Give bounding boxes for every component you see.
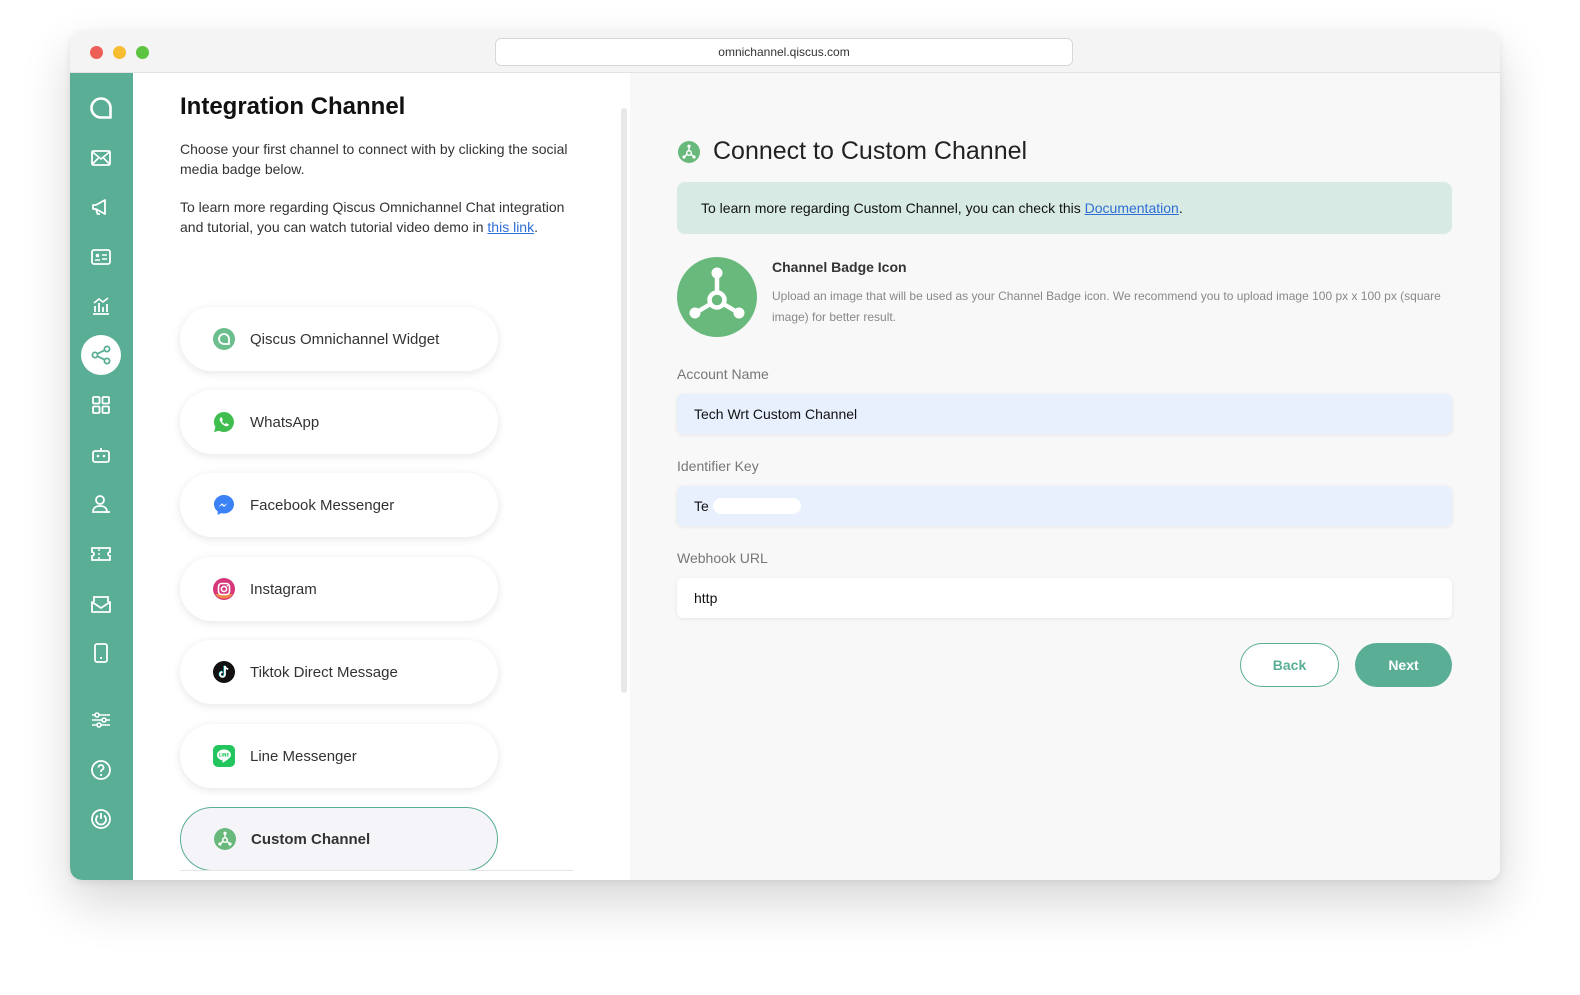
channel-instagram[interactable]: Instagram xyxy=(180,557,498,621)
channel-line[interactable]: LINE Line Messenger xyxy=(180,724,498,788)
instagram-icon xyxy=(212,577,236,601)
channel-qiscus-widget[interactable]: Qiscus Omnichannel Widget xyxy=(180,307,498,371)
agent-icon[interactable] xyxy=(81,484,121,524)
messenger-icon xyxy=(212,493,236,517)
account-name-label: Account Name xyxy=(677,366,769,382)
qiscus-logo-icon[interactable] xyxy=(81,88,121,128)
integration-panel: Integration Channel Choose your first ch… xyxy=(133,73,630,880)
help-icon[interactable] xyxy=(81,750,121,790)
tiktok-icon xyxy=(212,660,236,684)
settings-icon[interactable] xyxy=(81,700,121,740)
custom-channel-icon xyxy=(689,267,745,319)
sidebar xyxy=(70,73,133,880)
contacts-icon[interactable] xyxy=(81,237,121,277)
inbox-icon[interactable] xyxy=(81,138,121,178)
analytics-icon[interactable] xyxy=(81,286,121,326)
intro-text: Choose your first channel to connect wit… xyxy=(180,141,568,177)
badge-title: Channel Badge Icon xyxy=(772,259,907,275)
identifier-key-input[interactable]: Te xyxy=(677,486,1452,526)
close-window-button[interactable] xyxy=(90,46,103,59)
channel-custom[interactable]: Custom Channel xyxy=(180,807,498,871)
badge-description: Upload an image that will be used as you… xyxy=(772,289,1441,324)
channel-badge-upload[interactable] xyxy=(677,257,757,337)
identifier-key-label: Identifier Key xyxy=(677,458,759,474)
integration-icon[interactable] xyxy=(81,335,121,375)
custom-channel-icon xyxy=(678,140,700,163)
address-bar[interactable]: omnichannel.qiscus.com xyxy=(495,38,1073,66)
channel-facebook-messenger[interactable]: Facebook Messenger xyxy=(180,473,498,537)
minimize-window-button[interactable] xyxy=(113,46,126,59)
webhook-url-label: Webhook URL xyxy=(677,550,768,566)
whatsapp-icon xyxy=(212,410,236,434)
line-icon: LINE xyxy=(212,744,236,768)
zoom-window-button[interactable] xyxy=(136,46,149,59)
webhook-url-input[interactable]: http xyxy=(677,578,1452,618)
broadcast-icon[interactable] xyxy=(81,187,121,227)
custom-channel-form: Connect to Custom Channel To learn more … xyxy=(630,73,1500,880)
channel-whatsapp[interactable]: WhatsApp xyxy=(180,390,498,454)
documentation-link[interactable]: Documentation xyxy=(1085,200,1179,216)
page-title: Integration Channel xyxy=(180,93,406,120)
scrollbar[interactable] xyxy=(621,108,627,693)
apps-icon[interactable] xyxy=(81,385,121,425)
svg-text:LINE: LINE xyxy=(219,753,229,758)
custom-channel-icon xyxy=(213,827,237,851)
channel-tiktok[interactable]: Tiktok Direct Message xyxy=(180,640,498,704)
back-button[interactable]: Back xyxy=(1240,643,1339,687)
channel-list-divider xyxy=(180,870,573,871)
documentation-notice: To learn more regarding Custom Channel, … xyxy=(677,182,1452,234)
bot-icon[interactable] xyxy=(81,435,121,475)
redacted-mask xyxy=(712,498,801,514)
learn-more-text: To learn more regarding Qiscus Omnichann… xyxy=(180,199,565,235)
tutorial-link[interactable]: this link xyxy=(487,219,534,235)
account-name-input[interactable]: Tech Wrt Custom Channel xyxy=(677,394,1452,434)
mobile-icon[interactable] xyxy=(81,633,121,673)
browser-window: omnichannel.qiscus.com Integration Chann… xyxy=(70,31,1500,880)
logout-icon[interactable] xyxy=(81,799,121,839)
form-title: Connect to Custom Channel xyxy=(677,137,1027,166)
qiscus-widget-icon xyxy=(212,327,236,351)
mail-icon[interactable] xyxy=(81,584,121,624)
title-bar: omnichannel.qiscus.com xyxy=(70,31,1500,73)
ticket-icon[interactable] xyxy=(81,534,121,574)
next-button[interactable]: Next xyxy=(1355,643,1452,687)
